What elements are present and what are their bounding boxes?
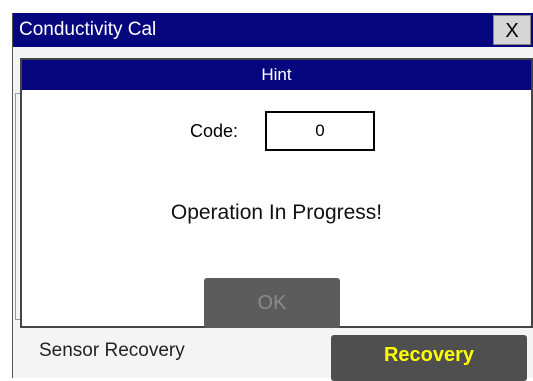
progress-message: Operation In Progress! [170,201,383,224]
code-label: Code: [190,121,239,141]
hint-dialog: Hint Code: 0 Operation In Progress! OK [20,58,533,328]
window-title: Conductivity Cal [19,19,157,40]
dialog-title: Hint [22,60,531,90]
window-titlebar: Conductivity Cal X [13,13,533,47]
code-field: 0 [265,111,375,151]
close-button[interactable]: X [493,15,531,45]
sensor-recovery-label: Sensor Recovery [39,340,185,361]
ok-button[interactable]: OK [204,278,340,328]
recovery-button[interactable]: Recovery [331,335,527,381]
